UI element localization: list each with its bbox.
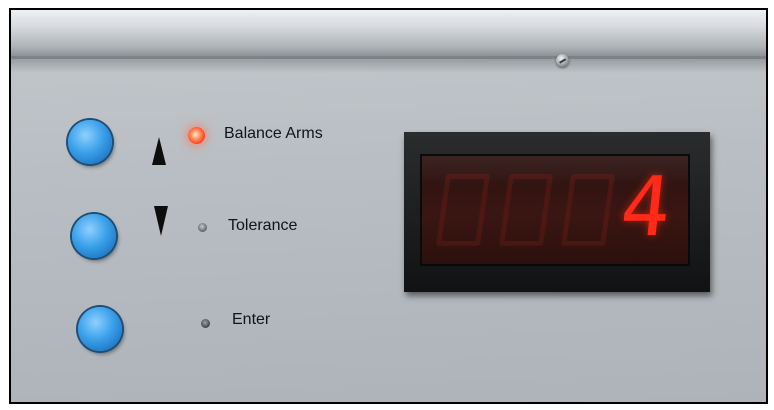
tolerance-label: Tolerance (228, 217, 298, 234)
shelf-shadow (11, 59, 766, 73)
up-button[interactable] (68, 120, 112, 164)
down-arrow-icon (154, 206, 168, 236)
tolerance-led-icon (198, 223, 207, 232)
balance-arms-label: Balance Arms (224, 125, 323, 142)
top-shelf (11, 10, 766, 56)
display-value: 4 (615, 160, 676, 255)
up-arrow-icon (152, 137, 166, 165)
enter-led-icon (201, 319, 210, 328)
led-display: 4 (404, 132, 710, 292)
down-button[interactable] (72, 214, 116, 258)
control-panel: Balance Arms Tolerance Enter 4 (11, 10, 766, 402)
display-window: 4 (420, 154, 690, 266)
enter-label: Enter (232, 311, 271, 328)
enter-button[interactable] (78, 307, 122, 351)
balance-arms-led-icon (188, 127, 205, 144)
screenshot-frame: Balance Arms Tolerance Enter 4 (9, 8, 768, 404)
screw-icon (556, 54, 569, 67)
